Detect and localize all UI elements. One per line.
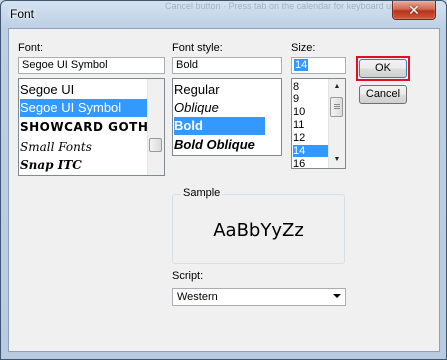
- font-label: Font:: [18, 42, 44, 54]
- size-list-item[interactable]: 9: [293, 93, 329, 105]
- font-style-input[interactable]: Bold: [172, 57, 282, 74]
- font-listbox[interactable]: Segoe UI Segoe UI Symbol SHOWCARD GOTHIC…: [18, 78, 165, 176]
- window-title: Font: [10, 7, 35, 21]
- sample-label: Sample: [181, 187, 223, 199]
- font-list-item[interactable]: Segoe UI: [20, 81, 148, 99]
- ok-button[interactable]: OK: [359, 59, 407, 78]
- size-list-item[interactable]: 16: [293, 158, 329, 168]
- background-window-text: Cancel button · Press tab on the calenda…: [165, 2, 415, 11]
- cancel-button[interactable]: Cancel: [359, 85, 407, 104]
- sample-preview-text: AaBbYyZz: [213, 220, 304, 241]
- font-name-input[interactable]: Segoe UI Symbol: [18, 57, 165, 74]
- font-style-listbox[interactable]: Regular Oblique Bold Bold Oblique: [172, 78, 282, 156]
- close-icon: ✕: [408, 2, 420, 18]
- sample-group: Sample AaBbYyZz: [172, 187, 345, 264]
- scroll-thumb[interactable]: [330, 97, 343, 117]
- script-select[interactable]: Western: [172, 288, 346, 306]
- size-list-item[interactable]: 12: [293, 132, 329, 144]
- scroll-thumb[interactable]: [149, 138, 162, 152]
- size-label: Size:: [291, 42, 316, 54]
- size-list-item[interactable]: 8: [293, 81, 329, 93]
- script-label: Script:: [172, 270, 204, 282]
- style-list-item[interactable]: Bold Oblique: [174, 135, 280, 154]
- style-list-item[interactable]: Regular: [174, 81, 280, 99]
- chevron-down-icon[interactable]: [333, 294, 341, 298]
- font-list-item[interactable]: SHOWCARD GOTHIC: [20, 117, 148, 137]
- close-button[interactable]: ✕: [392, 1, 436, 20]
- title-bar[interactable]: Cancel button · Press tab on the calenda…: [0, 0, 447, 28]
- dialog-client-area: Font: Segoe UI Symbol Segoe UI Segoe UI …: [8, 28, 440, 352]
- font-list-item-selected[interactable]: Segoe UI Symbol: [20, 99, 148, 117]
- up-arrow-icon[interactable]: ▲: [329, 79, 345, 95]
- font-list-item[interactable]: Snap ITC: [20, 156, 148, 175]
- size-list-scrollbar[interactable]: ▲ ▼: [328, 79, 345, 168]
- style-list-item[interactable]: Oblique: [174, 99, 280, 117]
- font-list-item[interactable]: Small Fonts: [20, 137, 148, 157]
- style-list-item-selected[interactable]: Bold: [174, 117, 265, 135]
- down-arrow-icon[interactable]: ▼: [329, 152, 345, 168]
- size-input-selected-text: 14: [294, 59, 309, 71]
- size-list-item[interactable]: 10: [293, 106, 329, 118]
- script-select-value: Western: [177, 291, 218, 303]
- size-list-item[interactable]: 11: [293, 119, 329, 131]
- font-list-scrollbar[interactable]: [147, 79, 164, 175]
- size-input[interactable]: 14: [291, 57, 346, 74]
- size-list-item-selected[interactable]: 14: [293, 145, 329, 157]
- size-listbox[interactable]: 8 9 10 11 12 14 16 ▲ ▼: [291, 78, 346, 169]
- font-style-label: Font style:: [172, 42, 223, 54]
